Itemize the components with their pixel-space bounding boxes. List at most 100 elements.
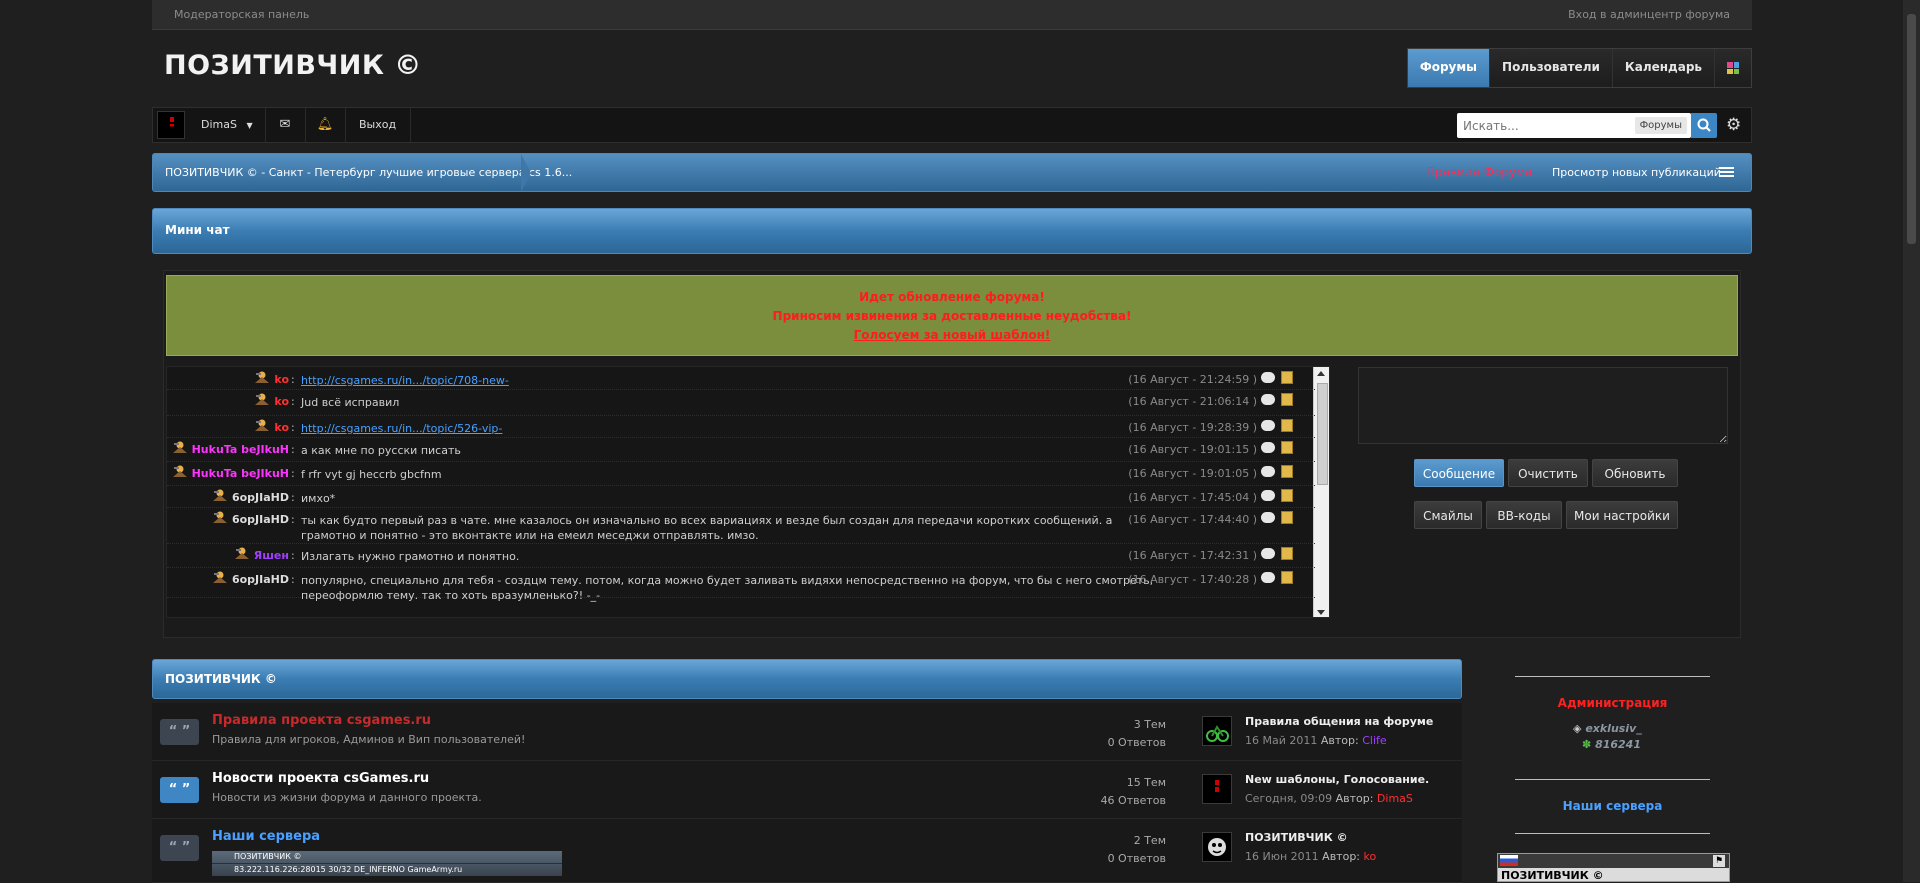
note-icon[interactable]	[1281, 489, 1293, 502]
search-button[interactable]	[1691, 113, 1717, 138]
reply-bubble-icon[interactable]	[1261, 372, 1275, 383]
user-rank-icon	[254, 418, 270, 432]
note-icon[interactable]	[1281, 371, 1293, 384]
search-input[interactable]	[1461, 116, 1635, 136]
reply-bubble-icon[interactable]	[1261, 394, 1275, 405]
chat-timestamp: (16 Август - 17:44:40 )	[1128, 513, 1257, 526]
chat-timestamp: (16 Август - 19:01:15 )	[1128, 443, 1257, 456]
messages-button[interactable]: ✉	[265, 108, 306, 142]
sidebar-divider	[1515, 676, 1710, 677]
sidebar-admin-2[interactable]: ✽ 816241	[1582, 738, 1641, 751]
sidebar-servers-title[interactable]: Наши сервера	[1515, 799, 1710, 813]
chat-messages[interactable]: ko: http://csgames.ru/in.../topic/708-new…	[166, 366, 1330, 618]
forum-rules-link[interactable]: Правила Форума	[1426, 154, 1533, 191]
last-post-avatar[interactable]	[1202, 774, 1232, 804]
chat-username[interactable]: Яшен	[167, 549, 289, 562]
reply-bubble-icon[interactable]	[1261, 548, 1275, 559]
reply-bubble-icon[interactable]	[1261, 490, 1275, 501]
breadcrumb-home[interactable]: ПОЗИТИВЧИК © - Санкт - Петербург лучшие …	[165, 154, 572, 191]
forum-title[interactable]: Правила проекта csgames.ru	[212, 713, 431, 728]
forum-category-header: ПОЗИТИВЧИК ©	[152, 659, 1462, 699]
forum-status-icon[interactable]: “ ”	[160, 777, 199, 803]
chat-message-input[interactable]	[1358, 367, 1728, 444]
server-banner-line: 83.222.116.226:28015 30/32 DE_INFERNO Ga…	[212, 864, 562, 876]
moderator-panel-link[interactable]: Модераторская панель	[174, 8, 309, 21]
note-icon[interactable]	[1281, 441, 1293, 454]
chat-username[interactable]: 6opJIaHD	[167, 573, 289, 586]
page-scroll-thumb[interactable]	[1907, 14, 1916, 244]
forum-status-icon[interactable]: “ ”	[160, 835, 199, 861]
chat-username[interactable]: 6opJIaHD	[167, 513, 289, 526]
chat-timestamp: (16 Август - 17:40:28 )	[1128, 573, 1257, 586]
scroll-up-icon[interactable]	[1317, 371, 1325, 376]
last-post-title[interactable]: ПОЗИТИВЧИК ©	[1245, 831, 1348, 844]
reply-bubble-icon[interactable]	[1261, 466, 1275, 477]
chat-message-link[interactable]: http://csgames.ru/in.../topic/526-vip-	[301, 421, 1161, 436]
chat-message-link[interactable]: http://csgames.ru/in.../topic/708-new-	[301, 373, 1161, 388]
scroll-thumb[interactable]	[1317, 383, 1328, 485]
counter-strike-icon: ⚑	[1713, 855, 1725, 867]
minichat-title: Мини чат	[165, 223, 230, 237]
my-settings-button[interactable]: Мои настройки	[1566, 501, 1678, 529]
clear-button[interactable]: Очистить	[1508, 459, 1588, 487]
forum-status-icon[interactable]: “ ”	[160, 719, 199, 745]
chat-message-text: Излагать нужно грамотно и понятно.	[301, 550, 520, 563]
server-monitor-widget[interactable]: ⚑ ПОЗИТИВЧИК ©	[1497, 853, 1730, 882]
smileys-button[interactable]: Смайлы	[1414, 501, 1482, 529]
chat-username[interactable]: 6opJIaHD	[167, 491, 289, 504]
chat-scrollbar[interactable]	[1313, 367, 1329, 617]
scroll-down-icon[interactable]	[1317, 610, 1325, 615]
note-icon[interactable]	[1281, 547, 1293, 560]
refresh-button[interactable]: Обновить	[1592, 459, 1678, 487]
nav-forums[interactable]: Форумы	[1407, 49, 1491, 87]
last-post-avatar[interactable]	[1202, 716, 1232, 746]
reply-bubble-icon[interactable]	[1261, 572, 1275, 583]
last-post-avatar[interactable]	[1202, 832, 1232, 862]
note-icon[interactable]	[1281, 419, 1293, 432]
user-avatar[interactable]	[157, 111, 185, 139]
page-wrapper: Модераторская панель Вход в админцентр ф…	[152, 0, 1752, 883]
site-logo[interactable]: ПОЗИТИВЧИК ©	[164, 50, 422, 81]
last-post-title[interactable]: Правила общения на форуме	[1245, 715, 1433, 728]
flower-icon: ✽	[1582, 738, 1592, 751]
topic-count: 3 Тем	[1133, 718, 1166, 731]
forum-category-title[interactable]: ПОЗИТИВЧИК ©	[165, 660, 277, 698]
gear-icon[interactable]: ⚙	[1726, 116, 1744, 134]
chat-timestamp: (16 Август - 21:06:14 )	[1128, 395, 1257, 408]
page-scrollbar[interactable]	[1903, 0, 1920, 882]
nav-users[interactable]: Пользователи	[1490, 49, 1613, 87]
last-post-author[interactable]: ko	[1364, 850, 1377, 863]
note-icon[interactable]	[1281, 393, 1293, 406]
reply-bubble-icon[interactable]	[1261, 512, 1275, 523]
list-icon[interactable]	[1719, 167, 1734, 178]
notice-vote-link[interactable]: Голосуем за новый шаблон!	[167, 326, 1737, 345]
logout-link[interactable]: Выход	[345, 108, 412, 142]
chat-username[interactable]: ko	[167, 395, 289, 408]
reply-bubble-icon[interactable]	[1261, 442, 1275, 453]
chat-username[interactable]: ko	[167, 373, 289, 386]
last-post-author[interactable]: Clife	[1362, 734, 1386, 747]
admin-login-link[interactable]: Вход в админцентр форума	[1568, 8, 1730, 21]
nav-calendar[interactable]: Календарь	[1612, 49, 1715, 87]
last-post-author[interactable]: DimaS	[1377, 792, 1413, 805]
note-icon[interactable]	[1281, 571, 1293, 584]
send-message-button[interactable]: Сообщение	[1414, 459, 1504, 487]
chat-message-text: имхо*	[301, 492, 336, 505]
chat-message-text: Jud всё исправил	[301, 396, 400, 409]
reply-bubble-icon[interactable]	[1261, 420, 1275, 431]
nav-widgets[interactable]	[1715, 49, 1751, 87]
new-posts-link[interactable]: Просмотр новых публикаций	[1552, 154, 1721, 191]
user-menu[interactable]: DimaS ▼	[193, 108, 266, 142]
notifications-button[interactable]: 🔔︎	[305, 108, 346, 142]
forum-title[interactable]: Наши сервера	[212, 829, 320, 844]
forum-title[interactable]: Новости проекта csGames.ru	[212, 771, 429, 786]
bbcodes-button[interactable]: BB-коды	[1486, 501, 1562, 529]
breadcrumb-arrow	[521, 154, 531, 192]
note-icon[interactable]	[1281, 511, 1293, 524]
server-banner[interactable]: ПОЗИТИВЧИК © 83.222.116.226:28015 30/32 D…	[212, 851, 562, 876]
note-icon[interactable]	[1281, 465, 1293, 478]
sidebar-admin-1[interactable]: ◈ exklusiv_	[1573, 722, 1642, 735]
chat-username[interactable]: ko	[167, 421, 289, 434]
search-scope[interactable]: Форумы	[1634, 117, 1687, 134]
last-post-title[interactable]: New шаблоны, Голосование.	[1245, 773, 1429, 786]
